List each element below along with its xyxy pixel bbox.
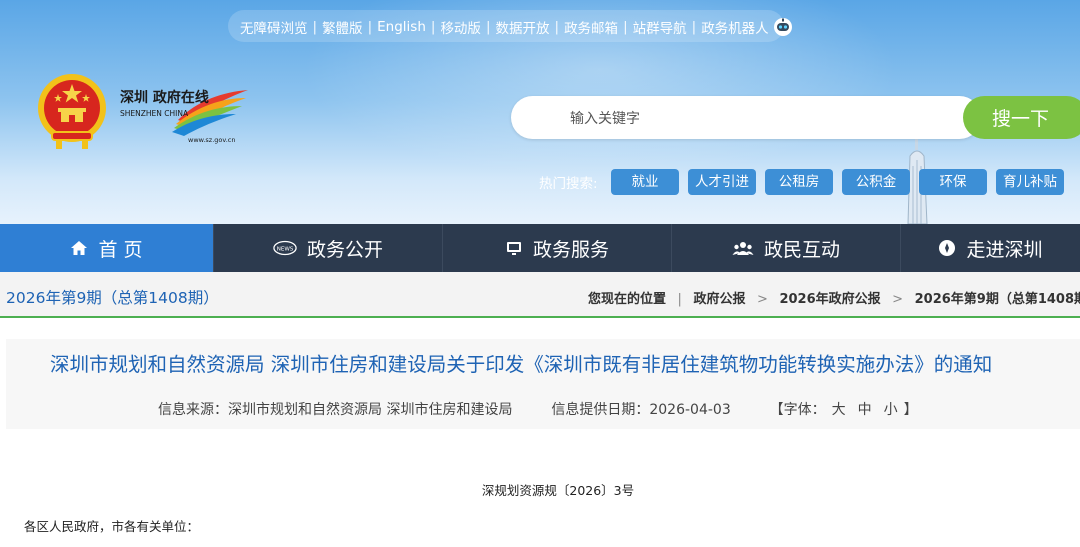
gov-mail-link[interactable]: 政务邮箱 xyxy=(564,17,618,37)
breadcrumb-year-gazette[interactable]: 2026年政府公报 xyxy=(779,292,880,307)
traditional-chinese-link[interactable]: 繁體版 xyxy=(322,17,363,37)
topbar-links: 无障碍浏览 | 繁體版 | English | 移动版 | 数据开放 | 政务邮… xyxy=(240,17,793,37)
breadcrumb: 您现在的位置 | 政府公报 > 2026年政府公报 > 2026年第9期（总第1… xyxy=(588,288,1080,307)
hot-tag-childcare[interactable]: 育儿补贴 xyxy=(996,169,1064,195)
national-emblem-logo xyxy=(38,74,106,149)
nav-interaction-label: 政民互动 xyxy=(763,238,840,261)
main-nav: 首 页 NEWS 政务公开 政务服务 政民互动 走进深圳 xyxy=(0,224,1080,272)
svg-text:NEWS: NEWS xyxy=(277,246,294,252)
nav-gov-affairs-open[interactable]: NEWS 政务公开 xyxy=(214,224,443,272)
nav-explore-shenzhen-label: 走进深圳 xyxy=(966,238,1043,261)
date-value: 2026-04-03 xyxy=(649,402,731,418)
issue-title: 2026年第9期（总第1408期） xyxy=(6,289,219,307)
site-nav-link[interactable]: 站群导航 xyxy=(633,17,687,37)
nav-gov-services[interactable]: 政务服务 xyxy=(443,224,672,272)
nav-explore-shenzhen[interactable]: 走进深圳 xyxy=(901,224,1080,272)
separator: | xyxy=(677,292,682,307)
hot-tag-talent[interactable]: 人才引进 xyxy=(688,169,756,195)
font-size-label-close: 】 xyxy=(903,402,918,418)
article-meta: 信息来源：深圳市规划和自然资源局 深圳市住房和建设局 信息提供日期：2026-0… xyxy=(158,399,918,419)
nav-gov-services-label: 政务服务 xyxy=(532,238,609,261)
breadcrumb-current-issue[interactable]: 2026年第9期（总第1408期 xyxy=(915,292,1080,307)
separator: | xyxy=(312,19,318,35)
source-value: 深圳市规划和自然资源局 深圳市住房和建设局 xyxy=(228,402,513,418)
nav-home-label: 首 页 xyxy=(98,238,143,261)
search-button[interactable]: 搜一下 xyxy=(963,96,1080,139)
open-data-link[interactable]: 数据开放 xyxy=(496,17,550,37)
mobile-link[interactable]: 移动版 xyxy=(440,17,481,37)
logo-en-text: SHENZHEN CHINA xyxy=(120,109,189,118)
breadcrumb-arrow: > xyxy=(892,292,904,307)
date-label: 信息提供日期： xyxy=(551,402,650,418)
breadcrumb-location-label: 您现在的位置 xyxy=(588,292,667,307)
document-number: 深规划资源规〔2026〕3号 xyxy=(481,483,635,498)
article-title: 深圳市规划和自然资源局 深圳市住房和建设局关于印发《深圳市既有非居住建筑物功能转… xyxy=(50,353,993,376)
hot-search-tags: 就业 人才引进 公租房 公积金 环保 育儿补贴 xyxy=(611,169,1073,195)
people-icon xyxy=(732,242,754,255)
news-icon: NEWS xyxy=(273,240,297,256)
hot-tag-environment[interactable]: 环保 xyxy=(919,169,987,195)
logo-domain-text: www.sz.gov.cn xyxy=(188,136,236,144)
nav-interaction[interactable]: 政民互动 xyxy=(672,224,901,272)
separator: | xyxy=(367,19,373,35)
monitor-icon xyxy=(506,242,521,255)
separator: | xyxy=(623,19,628,35)
shenzhen-gov-online-logo: 深圳 政府在线 SHENZHEN CHINA www.sz.gov.cn xyxy=(120,89,248,144)
separator: | xyxy=(430,19,436,35)
logo-cn-text: 深圳 政府在线 xyxy=(120,89,209,106)
hot-tag-employment[interactable]: 就业 xyxy=(611,169,679,195)
accessibility-link[interactable]: 无障碍浏览 xyxy=(240,17,308,37)
hot-tag-housing-fund[interactable]: 公积金 xyxy=(842,169,910,195)
home-icon xyxy=(71,241,88,255)
separator: | xyxy=(554,19,560,35)
nav-home[interactable]: 首 页 xyxy=(0,224,214,272)
hot-search-label: 热门搜索: xyxy=(539,176,598,192)
nav-gov-affairs-open-label: 政务公开 xyxy=(306,238,383,261)
issue-bar: 2026年第9期（总第1408期） 您现在的位置 | 政府公报 > 2026年政… xyxy=(0,272,1080,318)
breadcrumb-gov-gazette[interactable]: 政府公报 xyxy=(693,292,745,307)
separator: | xyxy=(485,19,491,35)
font-size-small[interactable]: 小 xyxy=(884,402,898,418)
font-size-medium[interactable]: 中 xyxy=(858,402,872,418)
font-size-label: 【字体： xyxy=(769,402,826,418)
font-size-large[interactable]: 大 xyxy=(832,402,846,418)
separator: | xyxy=(691,19,697,35)
compass-icon xyxy=(939,240,956,256)
source-label: 信息来源： xyxy=(158,402,228,418)
english-link[interactable]: English xyxy=(377,19,426,35)
robot-icon[interactable] xyxy=(773,17,793,37)
breadcrumb-arrow: > xyxy=(757,292,768,307)
search-input[interactable] xyxy=(568,106,952,132)
salutation: 各区人民政府，市各有关单位： xyxy=(24,519,200,534)
hot-tag-public-housing[interactable]: 公租房 xyxy=(765,169,833,195)
gov-robot-link[interactable]: 政务机器人 xyxy=(701,17,769,37)
